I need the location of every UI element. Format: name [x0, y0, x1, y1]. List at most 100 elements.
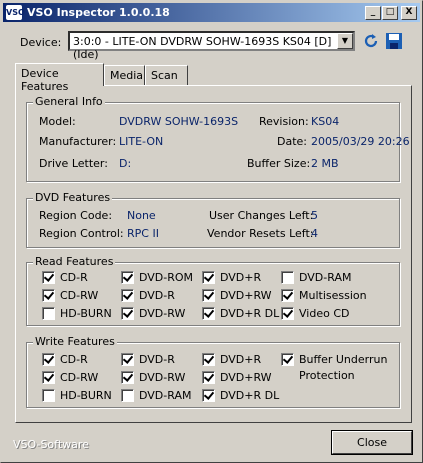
checkbox-label: CD-R [60, 271, 88, 284]
read-dvd-ram-checkbox[interactable]: DVD-RAM [281, 271, 351, 284]
drive-letter-label: Drive Letter: [39, 157, 108, 170]
read-cd-rw-checkbox[interactable]: CD-RW [42, 289, 98, 302]
checkbox-box[interactable] [42, 353, 55, 366]
checkbox-label: CD-RW [60, 371, 99, 384]
group-title: Read Features [33, 255, 116, 268]
close-window-button[interactable]: X [401, 6, 417, 20]
user-changes-value: 5 [311, 209, 318, 222]
checkbox-box[interactable] [42, 271, 55, 284]
main-window: VSO VSO Inspector 1.0.0.18 _ □ X Device:… [0, 0, 423, 463]
write-dvd-ram-checkbox[interactable]: DVD-RAM [121, 389, 191, 402]
vso-app-icon: VSO [6, 5, 25, 20]
read-dvd-plus-r-dl-checkbox[interactable]: DVD+R DL [202, 307, 279, 320]
window-title: VSO Inspector 1.0.0.18 [27, 6, 170, 19]
checkbox-box[interactable] [202, 371, 215, 384]
buffer-size-value: 2 MB [311, 157, 339, 170]
tab-label: Scan [151, 69, 178, 82]
checkbox-box[interactable] [121, 307, 134, 320]
refresh-icon[interactable] [362, 32, 380, 50]
checkbox-box[interactable] [281, 307, 294, 320]
write-hd-burn-checkbox[interactable]: HD-BURN [42, 389, 112, 402]
checkbox-label: CD-R [60, 353, 88, 366]
checkbox-box[interactable] [202, 289, 215, 302]
checkbox-label: DVD+RW [220, 371, 272, 384]
checkbox-label: CD-RW [60, 289, 99, 302]
checkbox-box[interactable] [42, 371, 55, 384]
title-bar: VSO VSO Inspector 1.0.0.18 _ □ X [3, 3, 420, 22]
write-dvd-plus-r-dl-checkbox[interactable]: DVD+R DL [202, 389, 279, 402]
tab-device-features[interactable]: Device Features [15, 63, 104, 93]
model-value: DVDRW SOHW-1693S [119, 115, 239, 128]
general-info-group: General Info Model: DVDRW SOHW-1693S Man… [26, 95, 410, 182]
region-control-value: RPC II [127, 227, 159, 240]
group-title: General Info [33, 95, 105, 108]
checkbox-box[interactable] [42, 289, 55, 302]
checkbox-label: Video CD [299, 307, 350, 320]
minimize-button[interactable]: _ [365, 6, 381, 20]
tab-scan[interactable]: Scan [145, 65, 188, 85]
checkbox-label: DVD-RAM [299, 271, 352, 284]
region-code-value: None [127, 209, 156, 222]
checkbox-box[interactable] [42, 389, 55, 402]
checkbox-box[interactable] [42, 307, 55, 320]
checkbox-box[interactable] [202, 307, 215, 320]
write-cd-rw-checkbox[interactable]: CD-RW [42, 371, 98, 384]
write-dvd-rw-checkbox[interactable]: DVD-RW [121, 371, 185, 384]
checkbox-box[interactable] [202, 389, 215, 402]
read-dvd-r-checkbox[interactable]: DVD-R [121, 289, 175, 302]
revision-value: KS04 [311, 115, 340, 128]
read-dvd-plus-r-checkbox[interactable]: DVD+R [202, 271, 261, 284]
read-cd-r-checkbox[interactable]: CD-R [42, 271, 88, 284]
checkbox-box[interactable] [121, 289, 134, 302]
checkbox-label: DVD-ROM [139, 271, 194, 284]
dvd-features-group: DVD Features Region Code: None Region Co… [26, 191, 400, 248]
read-video-cd-checkbox[interactable]: Video CD [281, 307, 349, 320]
checkbox-label: DVD-R [139, 353, 175, 366]
read-features-group: Read Features CD-R DVD-ROM DVD+R DVD-RAM… [26, 255, 400, 326]
checkbox-label: DVD+R [220, 353, 262, 366]
tab-label: Device Features [21, 67, 69, 93]
save-icon[interactable] [385, 32, 403, 50]
read-dvd-plus-rw-checkbox[interactable]: DVD+RW [202, 289, 272, 302]
checkbox-box[interactable] [121, 371, 134, 384]
write-dvd-r-checkbox[interactable]: DVD-R [121, 353, 175, 366]
write-dvd-plus-rw-checkbox[interactable]: DVD+RW [202, 371, 272, 384]
read-hd-burn-checkbox[interactable]: HD-BURN [42, 307, 112, 320]
checkbox-box[interactable] [121, 271, 134, 284]
checkbox-label: DVD+RW [220, 289, 272, 302]
chevron-down-icon[interactable]: ▼ [337, 33, 353, 49]
read-multisession-checkbox[interactable]: Multisession [281, 289, 367, 302]
tab-media[interactable]: Media [104, 65, 145, 85]
date-value: 2005/03/29 20:26 [311, 135, 410, 148]
drive-letter-value: D: [119, 157, 132, 170]
close-button[interactable]: Close [332, 431, 412, 454]
read-dvd-rw-checkbox[interactable]: DVD-RW [121, 307, 185, 320]
device-label: Device: [20, 36, 62, 49]
checkbox-label: DVD-RAM [139, 389, 192, 402]
device-select[interactable]: 3:0:0 - LITE-ON DVDRW SOHW-1693S KS04 [D… [68, 31, 355, 61]
checkbox-box[interactable] [121, 389, 134, 402]
checkbox-label: HD-BURN [60, 389, 112, 402]
date-label: Date: [277, 135, 307, 148]
write-cd-r-checkbox[interactable]: CD-R [42, 353, 88, 366]
group-title: Write Features [33, 335, 117, 348]
checkbox-label: DVD-RW [139, 307, 186, 320]
manufacturer-label: Manufacturer: [39, 135, 117, 148]
write-buffer-underrun-checkbox[interactable]: Buffer Underrun [281, 353, 387, 366]
write-dvd-plus-r-checkbox[interactable]: DVD+R [202, 353, 261, 366]
read-dvd-rom-checkbox[interactable]: DVD-ROM [121, 271, 193, 284]
checkbox-box[interactable] [202, 271, 215, 284]
maximize-button[interactable]: □ [382, 6, 398, 20]
checkbox-box[interactable] [281, 289, 294, 302]
checkbox-label: DVD-RW [139, 371, 186, 384]
region-code-label: Region Code: [39, 209, 113, 222]
checkbox-box[interactable] [281, 271, 294, 284]
buffer-underrun-label-line2: Protection [299, 369, 355, 382]
checkbox-box[interactable] [121, 353, 134, 366]
buffer-size-label: Buffer Size: [247, 157, 311, 170]
checkbox-box[interactable] [281, 353, 294, 366]
checkbox-label: DVD+R DL [220, 307, 280, 320]
checkbox-label: DVD-R [139, 289, 175, 302]
checkbox-label: DVD+R DL [220, 389, 280, 402]
checkbox-box[interactable] [202, 353, 215, 366]
